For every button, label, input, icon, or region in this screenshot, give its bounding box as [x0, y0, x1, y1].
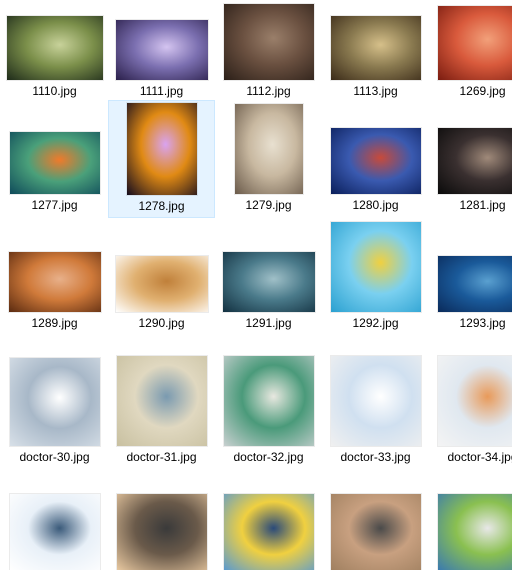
file-name-label: 1277.jpg	[1, 198, 108, 212]
deep-ocean-fish-thumbnail	[438, 256, 512, 312]
file-name-label: doctor-34.jpg	[429, 450, 512, 464]
file-name-label: 1112.jpg	[215, 84, 322, 98]
file-item[interactable]: 1280.jpg	[322, 100, 429, 218]
medical-team-thumbnail	[438, 356, 512, 446]
file-item[interactable]: 1293.jpg	[429, 218, 512, 336]
file-item[interactable]: doctor-33.jpg	[322, 352, 429, 486]
grouper-face-thumbnail	[224, 4, 314, 80]
file-item[interactable]: 1289.jpg	[1, 218, 108, 336]
goldfish-thumbnail	[127, 103, 197, 195]
aquarium-fish-thumbnail	[116, 20, 208, 80]
file-item[interactable]: 1277.jpg	[1, 100, 108, 218]
doctor-with-patient-thumbnail	[117, 356, 207, 446]
file-name-label: 1289.jpg	[1, 316, 108, 330]
file-item[interactable]	[108, 488, 215, 564]
file-name-label: 1280.jpg	[322, 198, 429, 212]
file-item[interactable]: doctor-31.jpg	[108, 352, 215, 486]
file-item[interactable]: 1110.jpg	[1, 0, 108, 98]
doctor-portrait-thumbnail	[10, 494, 100, 570]
file-name-label: 1293.jpg	[429, 316, 512, 330]
file-item[interactable]: 1278.jpg	[108, 100, 215, 218]
hardhat-workers-thumbnail	[438, 494, 512, 570]
surgeon-green-scrubs-thumbnail	[224, 356, 314, 446]
file-name-label: 1113.jpg	[322, 84, 429, 98]
file-name-label: 1278.jpg	[109, 199, 214, 213]
file-name-label: 1279.jpg	[215, 198, 322, 212]
file-name-label: doctor-33.jpg	[322, 450, 429, 464]
file-item[interactable]: 1291.jpg	[215, 218, 322, 336]
zebrafish-thumbnail	[7, 16, 103, 80]
file-item[interactable]	[215, 488, 322, 564]
file-item[interactable]: 1281.jpg	[429, 100, 512, 218]
file-name-label: doctor-31.jpg	[108, 450, 215, 464]
file-item[interactable]	[429, 488, 512, 564]
file-item[interactable]: doctor-34.jpg	[429, 352, 512, 486]
doctor-hospital-ward-thumbnail	[10, 358, 100, 446]
school-of-fish-thumbnail	[223, 252, 315, 312]
file-name-label: 1292.jpg	[322, 316, 429, 330]
red-scorpionfish-thumbnail	[438, 6, 512, 80]
cichlid-thumbnail	[331, 16, 421, 80]
file-item[interactable]: 1279.jpg	[215, 100, 322, 218]
file-name-label: 1111.jpg	[108, 84, 215, 98]
file-name-label: 1110.jpg	[1, 84, 108, 98]
file-name-label: doctor-32.jpg	[215, 450, 322, 464]
file-item[interactable]: 1290.jpg	[108, 218, 215, 336]
file-item[interactable]: 1111.jpg	[108, 0, 215, 98]
file-item[interactable]: 1269.jpg	[429, 0, 512, 98]
fishermen-catch-thumbnail	[235, 104, 303, 194]
parrot-fish-thumbnail	[9, 252, 101, 312]
file-item[interactable]	[1, 488, 108, 564]
file-name-label: 1291.jpg	[215, 316, 322, 330]
clownfish-anemone-thumbnail	[10, 132, 100, 194]
file-item[interactable]	[322, 488, 429, 564]
lionfish-thumbnail	[331, 128, 421, 194]
file-item[interactable]: 1292.jpg	[322, 218, 429, 336]
file-name-label: 1269.jpg	[429, 84, 512, 98]
hand-holding-fish-thumbnail	[438, 128, 512, 194]
engineers-crane-thumbnail	[224, 494, 314, 570]
doctors-consulting-thumbnail	[331, 356, 421, 446]
frogfish-thumbnail	[116, 256, 208, 312]
construction-worker-sunset-thumbnail	[117, 494, 207, 570]
butterflyfish-thumbnail	[331, 222, 421, 312]
file-item[interactable]: doctor-30.jpg	[1, 352, 108, 486]
file-name-label: 1281.jpg	[429, 198, 512, 212]
file-name-label: doctor-30.jpg	[1, 450, 108, 464]
construction-site-thumbnail	[331, 494, 421, 570]
file-item[interactable]: doctor-32.jpg	[215, 352, 322, 486]
file-item[interactable]: 1113.jpg	[322, 0, 429, 98]
file-item[interactable]: 1112.jpg	[215, 0, 322, 98]
file-name-label: 1290.jpg	[108, 316, 215, 330]
